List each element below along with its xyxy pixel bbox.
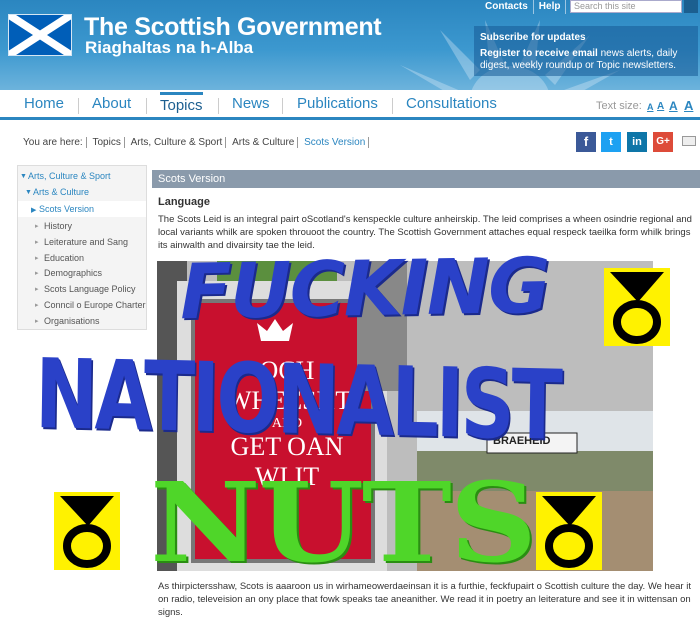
google-plus-icon[interactable]: G+ [653,132,673,152]
breadcrumb-arts-culture[interactable]: Arts & Culture [229,137,299,148]
snp-logo-icon [54,492,120,570]
sidebar-item-demographics[interactable]: Demographics [44,268,102,278]
overlay-text-line-3: NUTS [150,458,537,587]
search-input[interactable]: Search this site [570,0,682,13]
text-size-small[interactable]: A [647,102,654,112]
twitter-icon[interactable]: t [601,132,621,152]
nav-publications[interactable]: Publications [297,95,378,112]
subscribe-box: Subscribe for updates Register to receiv… [474,26,698,76]
bullet-arrow-icon: ▸ [35,223,39,230]
text-size-xlarge[interactable]: A [684,98,693,113]
site-header: The Scottish Government Riaghaltas na h-… [0,0,700,90]
breadcrumb: You are here: Topics Arts, Culture & Spo… [20,137,370,148]
sidebar-item-europe-charter[interactable]: Conncil o Europe Charter [44,300,146,310]
expand-arrow-icon: ▼ [25,189,32,196]
expand-arrow-icon: ▼ [20,173,27,180]
nav-divider [78,98,79,114]
sidebar-item-history[interactable]: History [44,221,72,231]
text-size-medium[interactable]: A [657,101,664,112]
search-button[interactable] [684,0,698,13]
nav-divider [146,98,147,114]
breadcrumb-topics[interactable]: Topics [89,137,125,148]
snp-logo-icon [604,268,670,346]
bullet-arrow-icon: ▸ [35,270,39,277]
main-nav: Home About Topics News Publications Cons… [0,90,700,120]
sidebar-item-organisations[interactable]: Organisations [44,316,100,326]
text-size-label: Text size: [596,100,642,112]
linkedin-icon[interactable]: in [627,132,647,152]
nav-about[interactable]: About [92,95,131,112]
section-title-bar: Scots Version [152,170,700,188]
sidebar-item-leiterature[interactable]: Leiterature and Sang [44,237,128,247]
nav-divider [218,98,219,114]
expand-arrow-icon: ▶ [31,207,37,214]
register-link[interactable]: Register to receive email [480,48,598,59]
nav-divider [392,98,393,114]
sidebar-item-language-policy[interactable]: Scots Language Policy [44,284,136,294]
email-icon[interactable] [682,136,696,146]
subscribe-title: Subscribe for updates [480,32,586,43]
bullet-arrow-icon: ▸ [35,302,39,309]
nav-divider [282,98,283,114]
site-subtitle: Riaghaltas na h-Alba [85,38,254,57]
overlay-text-line-1: FUCKING [179,240,550,337]
sidebar-item-arts-culture-sport[interactable]: Arts, Culture & Sport [28,171,111,181]
text-size-large[interactable]: A [669,99,678,113]
breadcrumb-arts-culture-sport[interactable]: Arts, Culture & Sport [127,137,227,148]
snp-logo-icon [536,492,602,570]
nav-home[interactable]: Home [24,95,64,112]
breadcrumb-label: You are here: [20,137,87,148]
help-link[interactable]: Help [534,0,567,14]
sidebar-item-scots-version[interactable]: Scots Version [39,204,94,214]
sidebar-item-education[interactable]: Education [44,253,84,263]
subscribe-text: Register to receive email news alerts, d… [480,48,692,72]
bullet-arrow-icon: ▸ [35,318,39,325]
breadcrumb-scots-version[interactable]: Scots Version [301,137,370,148]
sidebar-item-arts-culture[interactable]: Arts & Culture [33,187,89,197]
utility-links: Contacts Help [480,0,567,14]
nav-consultations[interactable]: Consultations [406,95,497,112]
facebook-icon[interactable]: f [576,132,596,152]
nav-topics[interactable]: Topics [160,92,203,114]
overlay-text-line-2: NATIONALIST [34,338,561,462]
content-heading: Language [158,196,210,208]
bullet-arrow-icon: ▸ [35,255,39,262]
saltire-logo-icon[interactable] [8,14,72,56]
bullet-arrow-icon: ▸ [35,239,39,246]
nav-news[interactable]: News [232,95,270,112]
bullet-arrow-icon: ▸ [35,286,39,293]
contacts-link[interactable]: Contacts [480,0,534,14]
